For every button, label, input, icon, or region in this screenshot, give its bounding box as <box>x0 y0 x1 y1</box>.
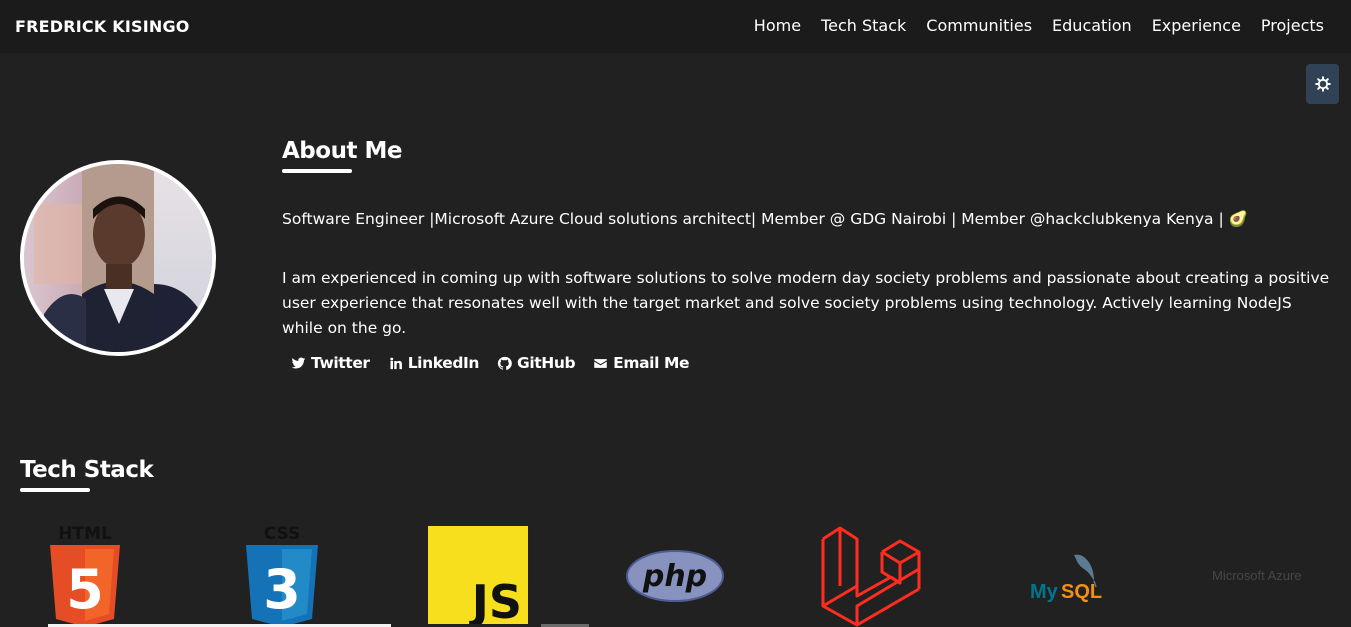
github-icon <box>497 356 512 370</box>
mysql-logo-icon: My SQL <box>1030 554 1102 603</box>
css3-logo-icon: CSS 3 <box>246 524 318 627</box>
linkedin-link[interactable]: LinkedIn <box>388 354 479 372</box>
microsoft-azure-logo-text: Microsoft Azure <box>1212 568 1302 583</box>
css3-logo-text: CSS <box>264 524 301 544</box>
tech-stack-title: Tech Stack <box>20 457 154 483</box>
profile-avatar <box>20 160 216 356</box>
html5-logo-icon: HTML 5 <box>50 524 120 627</box>
navbar: FREDRICK KISINGO Home Tech Stack Communi… <box>0 0 1351 53</box>
twitter-label: Twitter <box>311 354 370 372</box>
brand-name[interactable]: FREDRICK KISINGO <box>15 17 190 36</box>
linkedin-icon <box>390 357 402 369</box>
twitter-icon <box>291 357 306 369</box>
nav-experience[interactable]: Experience <box>1152 16 1241 35</box>
nav-education[interactable]: Education <box>1052 16 1132 35</box>
laravel-logo-icon <box>821 526 921 627</box>
email-label: Email Me <box>613 354 690 372</box>
mysql-logo-text-sql: SQL <box>1061 581 1102 603</box>
mysql-logo-text-my: My <box>1030 581 1059 603</box>
nav-home[interactable]: Home <box>754 16 801 35</box>
twitter-link[interactable]: Twitter <box>291 354 370 372</box>
linkedin-label: LinkedIn <box>407 354 480 372</box>
about-tagline: Software Engineer |Microsoft Azure Cloud… <box>282 210 1248 228</box>
social-links: Twitter LinkedIn GitHub Email Me <box>291 354 690 372</box>
email-link[interactable]: Email Me <box>593 354 690 372</box>
tech-stack-title-underline <box>20 488 90 492</box>
javascript-logo-text: JS <box>469 575 522 624</box>
nav-links: Home Tech Stack Communities Education Ex… <box>754 16 1324 35</box>
nav-tech-stack[interactable]: Tech Stack <box>821 16 906 35</box>
about-title: About Me <box>282 138 402 164</box>
nav-projects[interactable]: Projects <box>1261 16 1324 35</box>
gear-icon <box>1314 76 1331 92</box>
about-bio: I am experienced in coming up with softw… <box>282 269 1330 337</box>
html5-logo-number: 5 <box>66 558 104 621</box>
javascript-logo-icon: JS <box>428 526 528 624</box>
github-link[interactable]: GitHub <box>497 354 576 372</box>
html5-logo-text: HTML <box>58 524 112 544</box>
css3-logo-number: 3 <box>263 558 301 621</box>
github-label: GitHub <box>517 354 576 372</box>
envelope-icon <box>594 358 607 368</box>
about-title-underline <box>282 169 352 173</box>
php-logo-text: php <box>642 559 707 594</box>
nav-communities[interactable]: Communities <box>926 16 1032 35</box>
php-logo-icon: php <box>626 550 724 602</box>
theme-toggle-button[interactable] <box>1306 64 1339 104</box>
